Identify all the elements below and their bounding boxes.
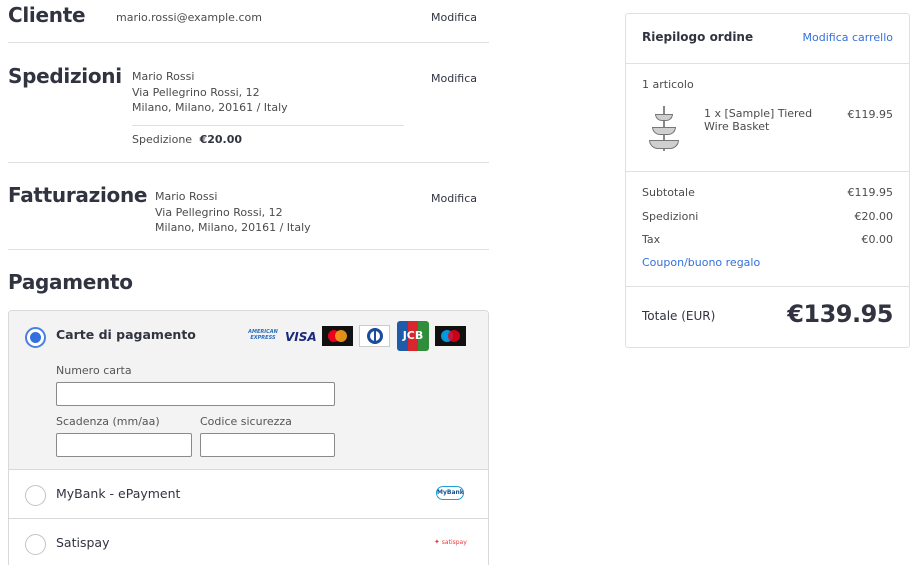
cvv-input[interactable]: [200, 433, 335, 457]
payment-radio-satispay[interactable]: [25, 534, 46, 555]
shipping-divider: [132, 125, 404, 126]
payment-option-label: Satispay: [56, 535, 110, 550]
payment-option-label: Carte di pagamento: [56, 327, 196, 342]
summary-title: Riepilogo ordine: [642, 30, 754, 44]
visa-icon: VISA: [285, 330, 317, 344]
shipping-cost-label: Spedizioni: [642, 210, 699, 223]
maestro-icon: [435, 326, 466, 346]
tax-row: Tax €0.00: [642, 233, 893, 246]
item-name: 1 x [Sample] Tiered Wire Basket: [704, 107, 813, 133]
shipping-method: Spedizione €20.00: [132, 133, 242, 146]
billing-address-line: Via Pellegrino Rossi, 12: [155, 205, 283, 219]
tiered-wire-basket-image: [646, 106, 682, 154]
customer-email: mario.rossi@example.com: [116, 11, 262, 24]
billing-address-line: Mario Rossi: [155, 190, 218, 203]
cvv-label: Codice sicurezza: [200, 415, 292, 428]
expiry-label: Scadenza (mm/aa): [56, 415, 160, 428]
shipping-address: Mario Rossi Via Pellegrino Rossi, 12 Mil…: [132, 69, 288, 116]
shipping-section: Spedizioni Mario Rossi Via Pellegrino Ro…: [8, 43, 489, 163]
jcb-icon: JCB: [397, 321, 429, 351]
shipping-cost-value: €20.00: [854, 210, 894, 223]
billing-edit-button[interactable]: Modifica: [431, 192, 477, 205]
customer-title: Cliente: [8, 3, 86, 27]
payment-option-satispay[interactable]: Satispay ✦ satispay: [9, 518, 488, 565]
customer-section: Cliente mario.rossi@example.com Modifica: [8, 0, 489, 43]
billing-address: Mario Rossi Via Pellegrino Rossi, 12 Mil…: [155, 189, 311, 236]
billing-section: Fatturazione Mario Rossi Via Pellegrino …: [8, 163, 489, 250]
shipping-address-line: Mario Rossi: [132, 70, 195, 83]
satispay-logo: ✦ satispay: [434, 538, 467, 546]
summary-divider: [626, 63, 909, 64]
amex-icon: AMERICAN EXPRESS: [248, 329, 278, 341]
shipping-edit-button[interactable]: Modifica: [431, 72, 477, 85]
customer-edit-button[interactable]: Modifica: [431, 11, 477, 24]
mastercard-icon: [322, 326, 353, 346]
summary-divider: [626, 286, 909, 287]
diners-icon: [359, 325, 390, 347]
subtotal-label: Subtotale: [642, 186, 695, 199]
payment-option-cards[interactable]: Carte di pagamento AMERICAN EXPRESS VISA…: [9, 311, 488, 469]
payment-radio-mybank[interactable]: [25, 485, 46, 506]
shipping-address-line: Milano, Milano, 20161 / Italy: [132, 101, 288, 114]
card-number-label: Numero carta: [56, 364, 132, 377]
shipping-row: Spedizioni €20.00: [642, 210, 893, 223]
payment-methods: Carte di pagamento AMERICAN EXPRESS VISA…: [8, 310, 489, 565]
subtotal-row: Subtotale €119.95: [642, 186, 893, 199]
edit-cart-link[interactable]: Modifica carrello: [803, 31, 893, 44]
billing-title: Fatturazione: [8, 183, 148, 207]
tax-label: Tax: [642, 233, 661, 246]
card-icons: AMERICAN EXPRESS VISA JCB: [247, 321, 467, 353]
payment-option-mybank[interactable]: MyBank - ePayment MyBank: [9, 469, 488, 518]
order-summary: Riepilogo ordine Modifica carrello 1 art…: [625, 13, 910, 348]
shipping-title: Spedizioni: [8, 64, 122, 88]
shipping-method-label: Spedizione: [132, 133, 193, 146]
satispay-logo-text: satispay: [441, 539, 467, 546]
shipping-method-price: €20.00: [199, 133, 243, 146]
summary-divider: [626, 171, 909, 172]
payment-option-label: MyBank - ePayment: [56, 486, 181, 501]
payment-title: Pagamento: [8, 270, 133, 294]
tax-value: €0.00: [861, 233, 894, 246]
subtotal-value: €119.95: [847, 186, 894, 199]
mybank-logo: MyBank: [436, 486, 464, 500]
item-price: €119.95: [847, 108, 894, 121]
total-value: €139.95: [787, 300, 893, 328]
payment-radio-cards[interactable]: [25, 327, 46, 348]
card-number-input[interactable]: [56, 382, 335, 406]
shipping-address-line: Via Pellegrino Rossi, 12: [132, 85, 260, 99]
jcb-icon-text: JCB: [402, 329, 424, 342]
total-label: Totale (EUR): [642, 309, 716, 323]
item-count: 1 articolo: [642, 78, 694, 91]
satispay-mark-icon: ✦: [434, 538, 440, 546]
expiry-input[interactable]: [56, 433, 192, 457]
billing-address-line: Milano, Milano, 20161 / Italy: [155, 221, 311, 234]
coupon-link[interactable]: Coupon/buono regalo: [642, 256, 893, 269]
